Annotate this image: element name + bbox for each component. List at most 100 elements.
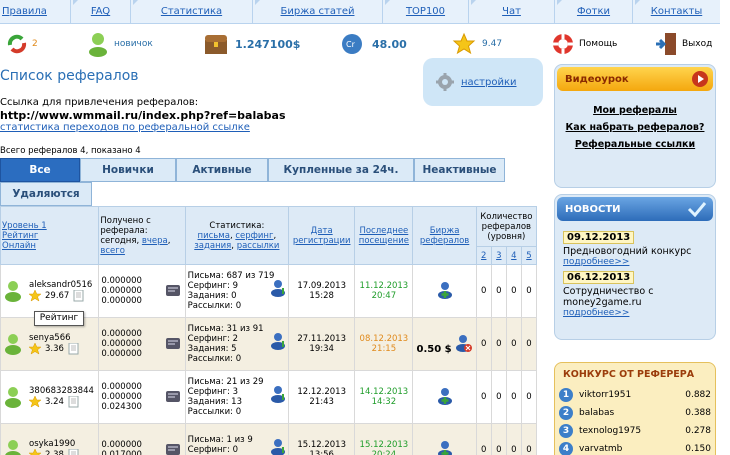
col-level-2[interactable]: 2 (475, 246, 492, 265)
nav-contacts[interactable]: Контакты (632, 0, 720, 24)
sort-tasks[interactable]: задания (194, 241, 231, 251)
message-icon[interactable] (165, 389, 181, 405)
nav-top100[interactable]: TOP100 (382, 0, 468, 24)
contest-title: КОНКУРС ОТ РЕФЕРЕРА (563, 369, 695, 380)
col-level-5[interactable]: 5 (520, 246, 538, 265)
lastvisit-time: 20:47 (371, 291, 397, 301)
nav-photos[interactable]: Фотки (554, 0, 632, 24)
nav-faq[interactable]: FAQ (70, 0, 130, 24)
logout-button[interactable]: Выход (654, 28, 712, 60)
referral-count[interactable]: 2 (6, 28, 38, 60)
svg-text:Cr: Cr (346, 40, 356, 49)
contest-user[interactable]: balabas (579, 408, 681, 418)
contest-value: 0.278 (685, 426, 711, 436)
settings-link[interactable]: настройки (461, 77, 517, 88)
col-level-3-label: 3 (496, 250, 502, 261)
exchange-cell (412, 423, 477, 455)
username[interactable]: osyka1990 (29, 439, 79, 449)
col-exchange-label-2: рефералов (419, 235, 470, 246)
sort-online[interactable]: Онлайн (2, 241, 36, 251)
video-lesson-button[interactable]: Видеоурок (557, 67, 713, 91)
user-online-icon (5, 334, 21, 355)
col-level-3[interactable]: 3 (490, 246, 507, 265)
nav-stats[interactable]: Статистика (130, 0, 252, 24)
user-rating: 3.36 (29, 343, 79, 355)
subref-count: 0 (520, 370, 538, 424)
tab-newbies[interactable]: Новички (80, 158, 176, 182)
sort-yesterday[interactable]: вчера (142, 236, 168, 246)
tab-all[interactable]: Все (0, 158, 80, 182)
contest-rank: 1 (559, 388, 573, 402)
ref-stats-link[interactable]: статистика переходов по реферальной ссыл… (0, 122, 250, 133)
sort-level[interactable]: Уровень 1 (2, 221, 47, 231)
nav-rules[interactable]: Правила (0, 0, 70, 24)
col-lastvisit[interactable]: Последнее посещение (354, 206, 414, 265)
username[interactable]: 380683283844 (29, 386, 94, 396)
gear-icon (436, 73, 454, 91)
sell-referral-icon[interactable] (437, 387, 453, 405)
nav-chat[interactable]: Чат (468, 0, 554, 24)
tab-inactive[interactable]: Неактивные (414, 158, 505, 182)
status-bar: 2 новичок 1.247100$ Cr 48.00 9.47 Помощь… (0, 28, 730, 60)
lastvisit-day: 08.12.2013 (359, 334, 409, 344)
username[interactable]: senya566 (29, 333, 79, 343)
user-cell: 380683283844 3.24 (0, 370, 100, 424)
tab-active[interactable]: Активные (176, 158, 268, 182)
user-stats-icon[interactable] (270, 438, 286, 455)
col-regdate[interactable]: Дата регистрации (288, 206, 356, 265)
contest-user[interactable]: viktorr1951 (579, 390, 681, 400)
subref-count: 0 (490, 370, 507, 424)
remove-from-sale-icon[interactable] (455, 334, 473, 352)
checkmark-icon (687, 202, 707, 217)
message-icon[interactable] (165, 283, 181, 299)
news-more-link[interactable]: подробнее>> (563, 257, 707, 267)
col-level-4[interactable]: 4 (505, 246, 522, 265)
contest-user[interactable]: varvatmb (579, 444, 681, 454)
contest-row: 1 viktorr1951 0.882 (555, 386, 715, 404)
sort-mailings[interactable]: рассылки (237, 241, 280, 251)
news-date: 09.12.2013 (563, 231, 635, 244)
balance[interactable]: 1.247100$ (203, 28, 300, 60)
play-icon (692, 71, 708, 87)
user-stats-icon[interactable] (270, 385, 286, 403)
col-subrefs: Количество рефералов (уровня) (475, 206, 538, 247)
contest-row: 3 texnolog1975 0.278 (555, 422, 715, 440)
my-referrals-link[interactable]: Мои рефералы (555, 105, 715, 116)
subref-count: 0 (505, 317, 522, 371)
subref-count: 0 (505, 370, 522, 424)
referral-links-link[interactable]: Реферальные ссылки (555, 139, 715, 150)
message-icon[interactable] (165, 336, 181, 352)
stats-line: Рассылки: 0 (187, 354, 242, 364)
user-stats-icon[interactable] (270, 332, 286, 350)
col-received-label-1: Получено с (100, 215, 151, 226)
rating-value: 2.38 (45, 450, 64, 455)
tab-deleting[interactable]: Удаляются (0, 182, 92, 206)
sell-referral-icon[interactable] (437, 440, 453, 455)
help-button[interactable]: Помощь (551, 28, 617, 60)
sort-rating[interactable]: Рейтинг (2, 231, 38, 241)
user-stats-icon[interactable] (270, 279, 286, 297)
col-level-5-label: 5 (526, 250, 532, 261)
sort-total[interactable]: всего (100, 246, 125, 256)
contest-user[interactable]: texnolog1975 (579, 426, 681, 436)
news-more-link[interactable]: подробнее>> (563, 308, 707, 318)
rating[interactable]: 9.47 (452, 28, 502, 60)
sell-referral-icon[interactable] (437, 281, 453, 299)
sort-surfing[interactable]: серфинг (235, 231, 273, 241)
page-title: Список рефералов (0, 68, 139, 84)
lastvisit-time: 14:32 (371, 397, 397, 407)
col-exchange[interactable]: Биржа рефералов (412, 206, 477, 265)
sort-letters[interactable]: письма (198, 231, 230, 241)
nav-articles[interactable]: Биржа статей (252, 0, 382, 24)
message-icon[interactable] (165, 442, 181, 455)
rank-status[interactable]: новичок (86, 28, 153, 60)
user-info: aleksandr0516 29.67 (3, 279, 96, 303)
username[interactable]: aleksandr0516 (29, 280, 92, 290)
how-to-get-referrals-link[interactable]: Как набрать рефералов? (555, 122, 715, 133)
news-text: Сотрудничество с money2game.ru (563, 286, 654, 308)
ref-link-url[interactable]: http://www.wmmail.ru/index.php?ref=balab… (0, 109, 286, 122)
regdate-cell: 15.12.2013 13:56 (288, 423, 356, 455)
credits[interactable]: Cr 48.00 (340, 28, 407, 60)
tab-bought[interactable]: Купленные за 24ч. (268, 158, 414, 182)
contest-rank: 3 (559, 424, 573, 438)
